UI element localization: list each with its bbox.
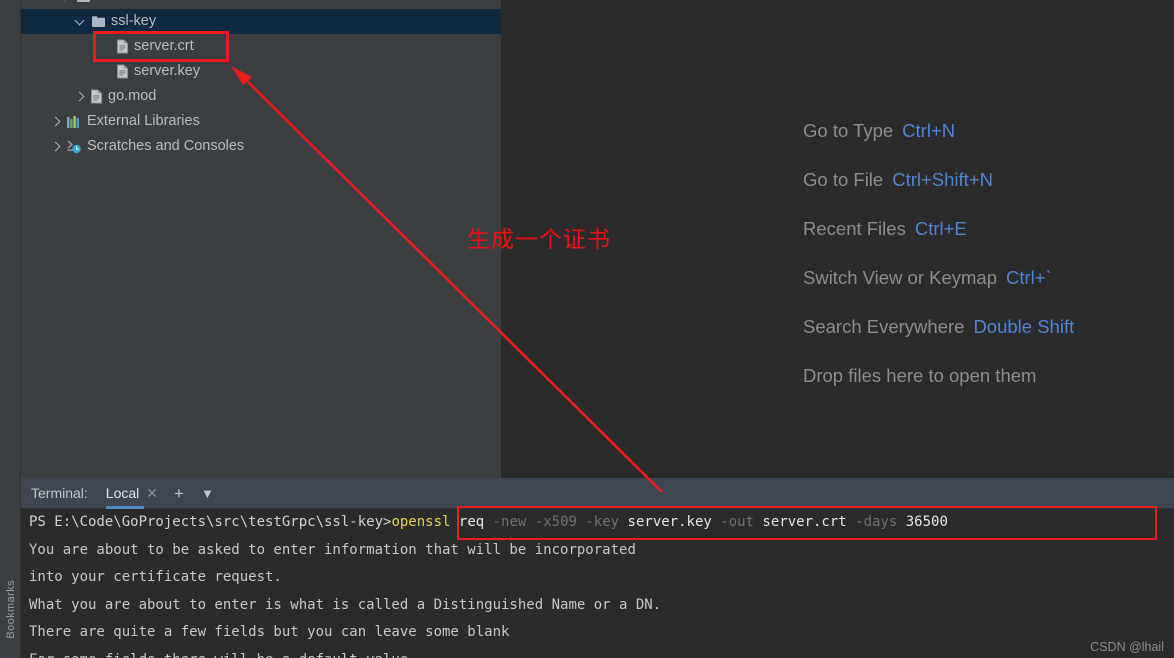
folder-icon	[76, 0, 91, 3]
hint-search-everywhere[interactable]: Search Everywhere Double Shift	[803, 302, 1074, 351]
watermark: CSDN @lhail	[1090, 640, 1164, 654]
hint-shortcut-label: Ctrl+N	[902, 119, 956, 141]
hint-action-label: Recent Files	[803, 217, 906, 239]
cmd-token-req: req	[458, 514, 485, 530]
tree-row-server-key[interactable]: server.key	[21, 59, 501, 84]
hint-action-label: Search Everywhere	[803, 315, 965, 337]
tree-label: server.crt	[134, 38, 194, 54]
close-icon[interactable]: ✕	[146, 485, 158, 502]
cmd-token-x509: -x509	[534, 514, 577, 530]
chevron-right-icon[interactable]	[73, 90, 87, 104]
cmd-token-serverkey: server.key	[627, 514, 712, 530]
hint-action-label: Go to File	[803, 168, 884, 190]
terminal-output-line: For some fields there will be a default …	[21, 647, 1174, 658]
tree-label: hello-server	[96, 0, 172, 5]
file-icon	[116, 39, 129, 54]
terminal-output-line: There are quite a few fields but you can…	[29, 624, 510, 640]
terminal-toolbar: Terminal: Local ✕ + ▼	[21, 478, 1174, 509]
tree-row-server-crt[interactable]: server.crt	[21, 34, 501, 59]
terminal-command-line: PS E:\Code\GoProjects\src\testGrpc\ssl-k…	[21, 509, 1174, 537]
hint-drop-files: Drop files here to open them	[803, 351, 1074, 400]
add-terminal-icon[interactable]: +	[174, 485, 184, 502]
hint-go-to-type[interactable]: Go to Type Ctrl+N	[803, 106, 1074, 155]
chevron-down-icon[interactable]	[74, 15, 88, 29]
scratches-icon	[66, 139, 82, 154]
tree-row-external-libraries[interactable]: External Libraries	[21, 109, 501, 134]
hint-action-label: Drop files here to open them	[803, 364, 1037, 386]
bookmarks-label: Bookmarks	[4, 579, 17, 639]
ide-window: Bookmarks hello-server ssl-key	[0, 0, 1174, 658]
annotation-chinese-note: 生成一个证书	[467, 227, 611, 253]
folder-icon	[91, 15, 106, 28]
terminal-output-line: What you are about to enter is what is c…	[29, 596, 662, 613]
terminal-output-line: You are about to be asked to enter infor…	[29, 541, 636, 558]
tree-label: External Libraries	[87, 113, 200, 129]
hint-shortcut-label: Ctrl+E	[914, 217, 967, 239]
hint-shortcut-label: Ctrl+Shift+N	[892, 168, 993, 190]
left-gutter-top	[0, 0, 21, 478]
cmd-token-openssl: openssl	[391, 514, 451, 530]
terminal-prompt: PS E:\Code\GoProjects\src\testGrpc\ssl-k…	[29, 514, 392, 530]
terminal-tab-local[interactable]: Local ✕	[105, 478, 158, 509]
editor-shortcut-hints: Go to Type Ctrl+N Go to File Ctrl+Shift+…	[803, 106, 1074, 400]
tree-label: Scratches and Consoles	[87, 138, 245, 154]
hint-action-label: Switch View or Keymap	[803, 266, 997, 288]
tree-label: server.key	[134, 63, 201, 79]
terminal-output-line: into your certificate request.	[29, 569, 282, 585]
terminal-tab-label: Local	[105, 485, 140, 501]
terminal-title: Terminal:	[31, 485, 88, 501]
hint-go-to-file[interactable]: Go to File Ctrl+Shift+N	[803, 155, 1074, 204]
library-icon	[66, 115, 82, 129]
project-tree-panel: hello-server ssl-key server.crt	[21, 0, 502, 478]
chevron-down-icon[interactable]: ▼	[201, 487, 214, 500]
hint-action-label: Go to Type	[803, 119, 894, 141]
bookmarks-tool-button[interactable]: Bookmarks	[0, 560, 21, 658]
file-icon	[116, 64, 129, 79]
tree-row-hello-server[interactable]: hello-server	[21, 0, 501, 9]
cmd-token-out: -out	[720, 514, 754, 530]
cmd-token-36500: 36500	[905, 514, 948, 530]
hint-recent-files[interactable]: Recent Files Ctrl+E	[803, 204, 1074, 253]
terminal-output[interactable]: PS E:\Code\GoProjects\src\testGrpc\ssl-k…	[21, 509, 1174, 658]
cmd-token-servercrt: server.crt	[762, 514, 847, 530]
hint-switch-view-or-keymap[interactable]: Switch View or Keymap Ctrl+`	[803, 253, 1074, 302]
chevron-down-icon[interactable]	[59, 0, 73, 4]
chevron-right-icon[interactable]	[49, 115, 63, 129]
hint-shortcut-label: Ctrl+`	[1006, 266, 1052, 288]
file-icon	[90, 89, 103, 104]
tree-label: go.mod	[108, 88, 157, 104]
tree-row-ssl-key[interactable]: ssl-key	[21, 9, 501, 34]
hint-shortcut-label: Double Shift	[973, 315, 1075, 337]
tree-row-scratches-and-consoles[interactable]: Scratches and Consoles	[21, 134, 501, 159]
tree-label: ssl-key	[111, 13, 157, 29]
chevron-right-icon[interactable]	[49, 140, 63, 154]
cmd-token-days: -days	[855, 514, 898, 530]
cmd-token-new: -new	[492, 514, 527, 530]
cmd-token-key: -key	[585, 514, 620, 530]
tree-row-go-mod[interactable]: go.mod	[21, 84, 501, 109]
